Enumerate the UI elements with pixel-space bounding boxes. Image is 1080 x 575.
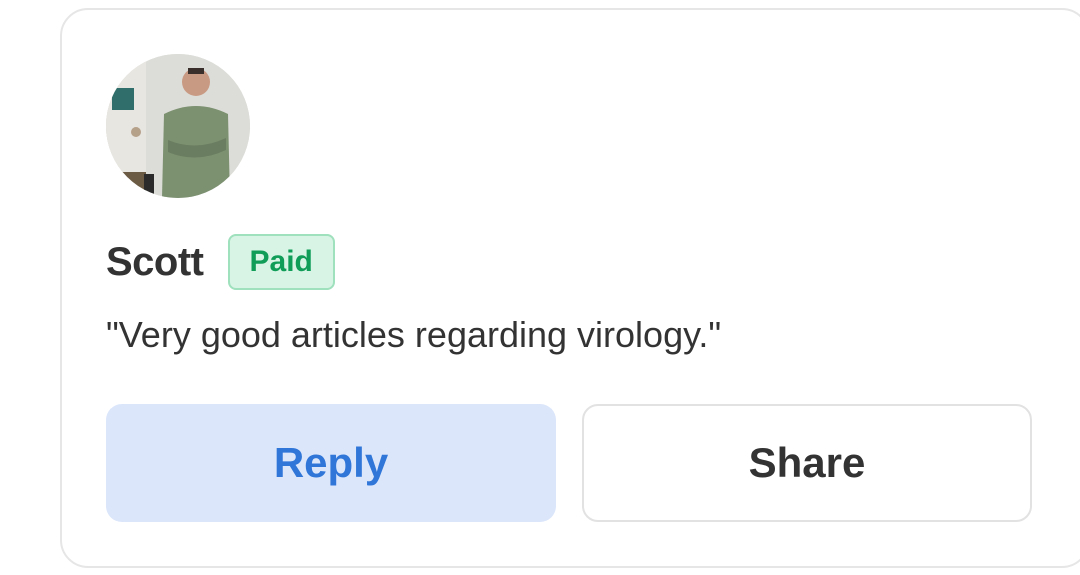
author-row: Scott Paid [106, 234, 335, 290]
reply-button[interactable]: Reply [106, 404, 556, 522]
review-comment: "Very good articles regarding virology." [106, 314, 722, 355]
avatar-image [106, 54, 250, 198]
avatar[interactable] [106, 54, 250, 198]
paid-badge: Paid [227, 234, 335, 290]
author-name: Scott [106, 239, 204, 284]
share-button[interactable]: Share [582, 404, 1032, 522]
